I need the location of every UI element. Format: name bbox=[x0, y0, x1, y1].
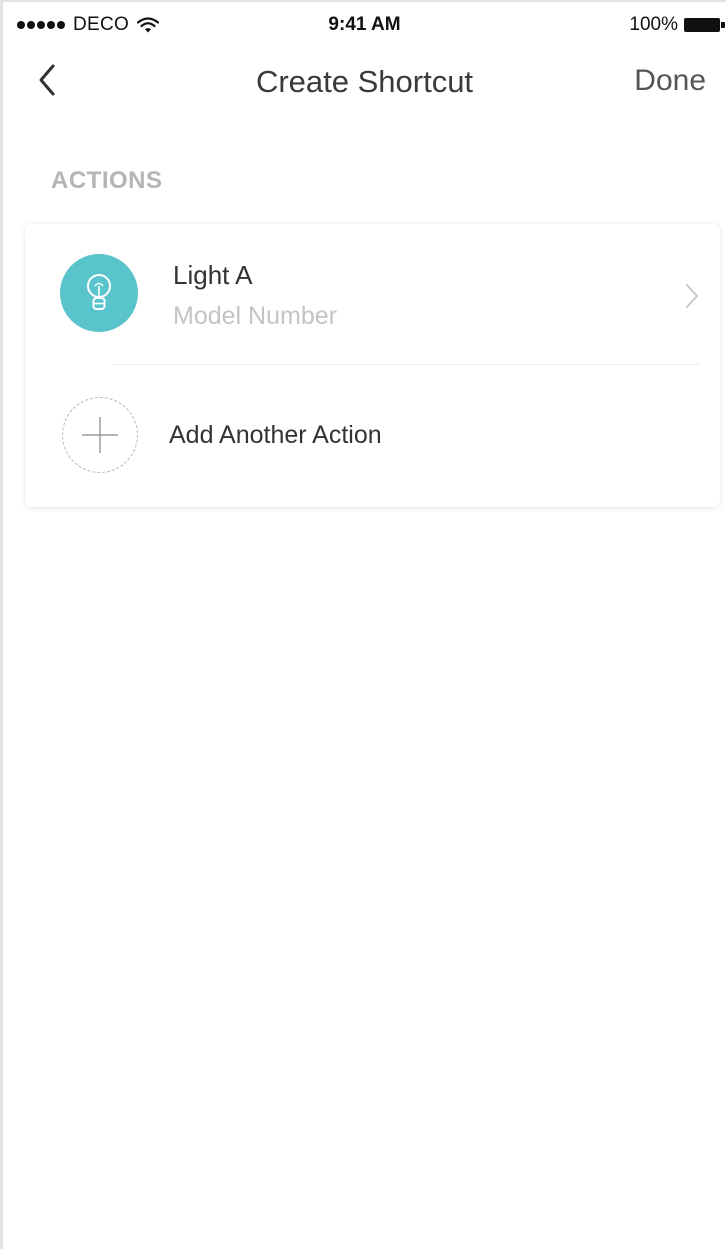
device-avatar bbox=[60, 254, 138, 332]
status-right: 100% bbox=[629, 14, 726, 36]
device-name: Light A bbox=[173, 260, 253, 290]
nav-bar: Create Shortcut Done bbox=[3, 46, 726, 116]
status-bar: DECO 9:41 AM 100% bbox=[3, 2, 726, 46]
status-time: 9:41 AM bbox=[328, 14, 401, 35]
section-header-actions: ACTIONS bbox=[51, 167, 163, 194]
add-action-label: Add Another Action bbox=[169, 421, 382, 449]
page-title: Create Shortcut bbox=[255, 64, 474, 99]
done-button[interactable]: Done bbox=[634, 64, 706, 98]
device-model-number: Model Number bbox=[173, 302, 337, 330]
add-another-action-button[interactable]: Add Another Action bbox=[25, 365, 720, 507]
battery-icon bbox=[684, 17, 726, 33]
battery-percent: 100% bbox=[629, 14, 678, 35]
action-item-light-a[interactable]: Light A Model Number bbox=[25, 224, 720, 364]
app-screen: DECO 9:41 AM 100% Create Shortcut Done A… bbox=[0, 0, 726, 1249]
light-bulb-icon bbox=[87, 274, 111, 310]
chevron-right-icon bbox=[686, 284, 698, 308]
plus-icon bbox=[82, 417, 118, 453]
actions-card: Light A Model Number Add Another Action bbox=[25, 224, 720, 507]
add-circle bbox=[62, 397, 138, 473]
